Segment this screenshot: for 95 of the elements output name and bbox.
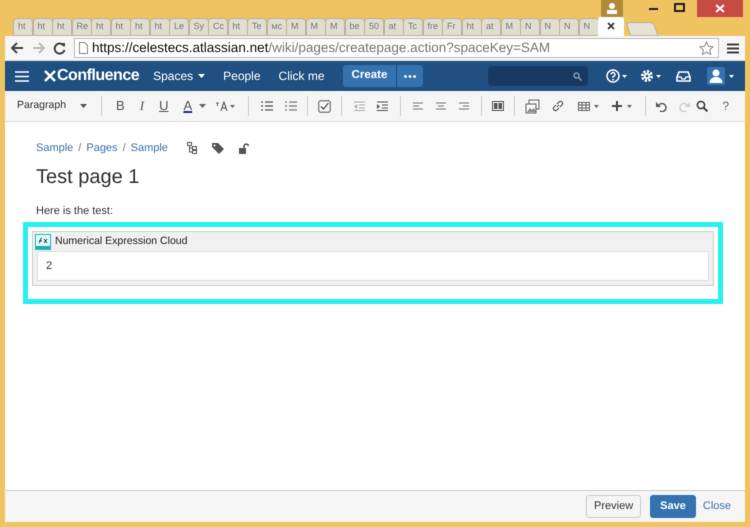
close-icon[interactable] [607,22,615,30]
browser-tab[interactable]: Tc [403,18,423,36]
layout-icon[interactable] [492,101,504,111]
nav-link[interactable]: Click me [278,67,325,85]
checkbox-icon[interactable] [318,100,331,112]
macro-title: Numerical Expression Cloud [55,234,188,249]
browser-tab[interactable]: ht [52,18,72,36]
unlock-icon[interactable] [238,142,249,154]
macro-value: 2 [46,258,52,274]
nav-link[interactable]: People [223,67,261,85]
breadcrumb-separator: / [78,141,82,156]
breadcrumb-link[interactable]: Sample [36,140,74,156]
image-icon[interactable] [524,98,540,114]
page-icon [79,42,88,54]
reload-icon[interactable] [53,42,66,54]
browser-tab[interactable]: be [344,18,364,36]
browser-tab[interactable]: M [286,18,306,36]
browser-tab[interactable]: ht [91,18,111,36]
browser-tab[interactable]: at [481,18,501,36]
browser-tab[interactable]: N [578,18,598,36]
plus-icon[interactable] [612,101,634,111]
browser-tab[interactable]: ht [110,18,130,36]
align-right-icon[interactable] [458,102,469,110]
browser-tab[interactable]: fre [422,18,442,36]
page-title[interactable]: Test page 1 [36,162,715,190]
browser-tab[interactable]: ht [150,18,170,36]
close-link[interactable]: Close [702,498,731,515]
search-icon[interactable] [573,72,582,80]
avatar-icon[interactable] [707,67,735,85]
numbered-list-icon[interactable] [285,101,297,111]
browser-tab[interactable]: ht [228,18,248,36]
search-field[interactable] [488,66,588,86]
browser-tab[interactable]: ht [13,18,33,36]
breadcrumb-link[interactable]: Pages [86,140,118,156]
bullet-list-icon[interactable] [261,101,273,111]
breadcrumb-link[interactable]: Sample [130,140,168,156]
nav-link[interactable]: Spaces [153,67,206,85]
underline-button[interactable]: U [157,96,170,116]
browser-tab[interactable]: Le [169,18,189,36]
browser-tab[interactable]: M [325,18,345,36]
browser-tab[interactable]: N [540,18,560,36]
align-center-icon[interactable] [436,102,446,110]
browser-tab[interactable]: ht [32,18,52,36]
font-size-icon[interactable] [214,101,236,111]
undo-icon[interactable] [656,100,668,112]
caret-icon[interactable] [199,104,206,108]
indent-icon[interactable] [376,101,388,111]
function-icon [35,234,51,250]
browser-tab[interactable]: ht [462,18,482,36]
url-text: https://celestecs.atlassian.net/wiki/pages/createpage.action?spaceKey=SAM [92,38,550,57]
menu-icon[interactable] [727,42,739,54]
star-icon[interactable] [699,41,714,55]
preview-button[interactable]: Preview [586,495,642,518]
table-icon[interactable] [578,102,600,110]
text-color-button[interactable]: A [181,96,194,116]
paragraph-dropdown[interactable]: Paragraph [17,98,98,114]
confluence-logo[interactable]: Confluence [43,64,140,88]
browser-tab[interactable]: Sy [188,18,208,36]
align-left-icon[interactable] [412,102,423,110]
link-icon[interactable] [552,100,564,112]
create-button[interactable]: Create [342,65,396,87]
macro-placeholder[interactable]: Numerical Expression Cloud 2 [23,222,723,304]
hierarchy-icon[interactable] [186,142,197,154]
browser-tab[interactable]: мс [266,18,286,36]
browser-tab[interactable]: N [559,18,579,36]
tag-icon[interactable] [212,142,224,154]
browser-tab[interactable]: Re [72,18,92,36]
save-button[interactable]: Save [650,495,696,518]
browser-tab[interactable]: at [384,18,404,36]
breadcrumb-separator: / [122,141,126,156]
search-icon[interactable] [696,100,708,112]
inbox-icon[interactable] [676,70,691,82]
maximize-icon[interactable] [674,3,685,12]
more-icon[interactable] [404,74,416,78]
browser-tab[interactable]: Te [247,18,267,36]
browser-tab[interactable]: Fr [442,18,462,36]
italic-button[interactable]: I [138,96,146,116]
browser-tab[interactable] [598,16,624,36]
minimize-icon[interactable] [649,6,658,10]
browser-tab[interactable]: M [500,18,520,36]
address-field[interactable]: https://celestecs.atlassian.net/wiki/pages/createpage.action?spaceKey=SAM [74,38,719,58]
browser-tab[interactable]: M [306,18,326,36]
back-icon[interactable] [11,42,24,54]
bold-button[interactable]: B [114,96,127,116]
body-text[interactable]: Here is the test: [36,202,715,219]
settings-icon[interactable] [640,69,662,83]
browser-tab[interactable]: 50 [364,18,384,36]
caret-icon[interactable] [198,74,206,78]
help-icon[interactable] [606,69,628,83]
browser-tab[interactable]: Cc [208,18,228,36]
caret-icon[interactable] [80,104,88,108]
more-button[interactable] [397,65,424,87]
browser-tab[interactable]: ht [130,18,150,36]
browser-tab[interactable]: N [520,18,540,36]
help-button[interactable]: ? [722,97,729,115]
